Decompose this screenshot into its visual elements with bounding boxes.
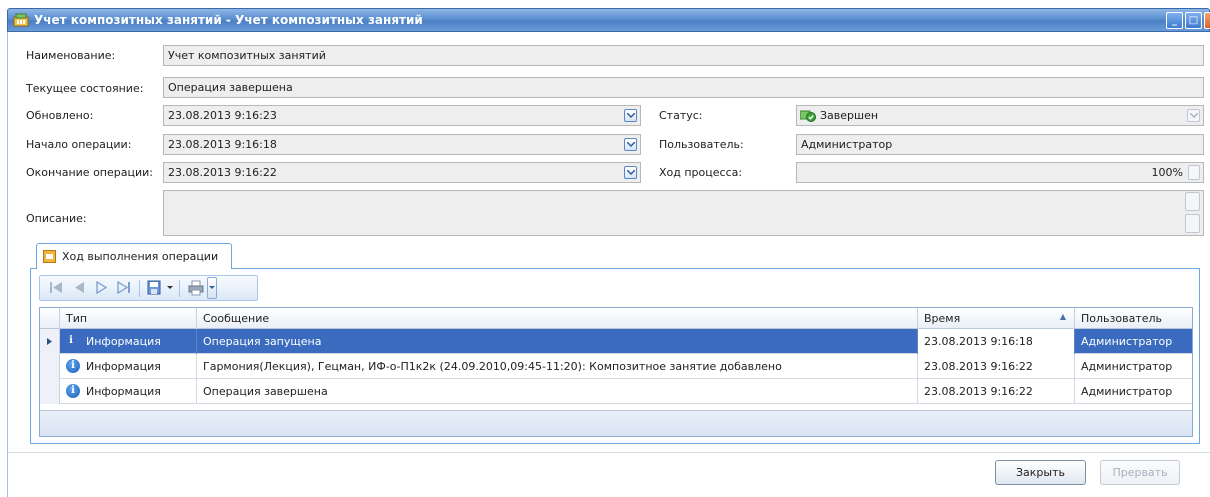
tab-panel: Тип Сообщение Время ▲ Пользователь i Инф… <box>30 268 1200 444</box>
cell-type: Информация <box>80 379 197 404</box>
row-indicator-header <box>40 308 60 329</box>
cell-message: Гармония(Лекция), Гецман, ИФ-о-П1к2к (24… <box>197 354 918 379</box>
chevron-down-icon <box>627 113 635 118</box>
progress-value: 100% <box>1151 166 1183 179</box>
user-label: Пользователь: <box>659 138 744 151</box>
row-indicator <box>40 354 60 379</box>
updated-dropdown-button[interactable] <box>624 109 637 122</box>
description-field[interactable] <box>163 190 1204 236</box>
info-icon: i <box>69 335 73 346</box>
grid-footer <box>40 410 1192 436</box>
table-row[interactable]: i Информация Гармония(Лекция), Гецман, И… <box>40 354 1192 379</box>
end-label: Окончание операции: <box>26 166 153 179</box>
description-scrollbar[interactable] <box>1185 192 1201 234</box>
name-label: Наименование: <box>26 49 116 62</box>
print-icon[interactable] <box>188 280 204 296</box>
state-field[interactable]: Операция завершена <box>163 77 1204 98</box>
start-label: Начало операции: <box>26 138 132 151</box>
maximize-icon: □ <box>1188 15 1199 26</box>
row-indicator <box>40 379 60 404</box>
cell-type: Информация <box>80 329 197 354</box>
description-label: Описание: <box>26 212 87 225</box>
chevron-down-icon <box>1190 113 1198 118</box>
cell-user: Администратор <box>1081 385 1173 398</box>
first-record-icon[interactable] <box>50 281 64 294</box>
updated-label: Обновлено: <box>26 109 94 122</box>
app-icon <box>13 13 29 27</box>
chevron-down-icon <box>627 170 635 175</box>
start-dropdown-button[interactable] <box>624 138 637 151</box>
start-field[interactable]: 23.08.2013 9:16:18 <box>163 134 641 155</box>
column-header-time-label: Время <box>924 312 961 325</box>
cell-type: Информация <box>80 354 197 379</box>
user-field[interactable]: Администратор <box>796 134 1204 155</box>
window-body: Наименование: Учет композитных занятий Т… <box>7 32 1210 497</box>
window-title: Учет композитных занятий - Учет композит… <box>34 13 423 27</box>
previous-record-icon[interactable] <box>74 281 85 294</box>
log-icon <box>43 250 56 263</box>
minimize-button[interactable]: _ <box>1166 12 1183 29</box>
minimize-icon: _ <box>1172 15 1177 26</box>
status-value: Завершен <box>820 109 879 122</box>
close-window-button[interactable] <box>1204 12 1210 29</box>
toolbar-separator <box>139 280 140 297</box>
table-row[interactable]: i Информация Операция завершена 23.08.20… <box>40 379 1192 404</box>
state-label: Текущее состояние: <box>26 82 144 95</box>
grid-toolbar <box>39 275 258 301</box>
cell-user: Администратор <box>1081 360 1173 373</box>
tab-label: Ход выполнения операции <box>62 250 219 263</box>
end-field[interactable]: 23.08.2013 9:16:22 <box>163 162 641 183</box>
toolbar-overflow-button[interactable] <box>207 277 217 299</box>
tab-operation-progress[interactable]: Ход выполнения операции <box>36 243 232 269</box>
progress-spinner[interactable] <box>1188 165 1200 180</box>
progress-field[interactable]: 100% <box>796 162 1204 183</box>
close-button[interactable]: Закрыть <box>995 460 1086 485</box>
last-record-icon[interactable] <box>117 281 131 294</box>
info-icon: i <box>66 384 80 398</box>
table-row[interactable]: i Информация Операция запущена 23.08.201… <box>40 329 1192 354</box>
chevron-down-icon <box>627 142 635 147</box>
grid-header: Тип Сообщение Время ▲ Пользователь <box>40 308 1192 329</box>
maximize-button[interactable]: □ <box>1185 12 1202 29</box>
save-dropdown-icon[interactable] <box>167 286 173 290</box>
status-dropdown-button[interactable] <box>1187 109 1200 122</box>
column-header-message[interactable]: Сообщение <box>197 308 918 329</box>
sort-ascending-icon: ▲ <box>1059 312 1066 321</box>
progress-label: Ход процесса: <box>659 166 743 179</box>
abort-button[interactable]: Прервать <box>1100 460 1180 485</box>
column-header-time[interactable]: Время ▲ <box>918 308 1075 329</box>
status-field[interactable]: Завершен <box>796 105 1204 126</box>
toolbar-separator <box>179 280 180 297</box>
save-icon[interactable] <box>147 280 163 296</box>
end-value: 23.08.2013 9:16:22 <box>168 166 277 179</box>
end-dropdown-button[interactable] <box>624 166 637 179</box>
status-complete-icon <box>800 110 816 122</box>
cell-message: Операция завершена <box>197 379 918 404</box>
cell-time: 23.08.2013 9:16:22 <box>918 354 1075 379</box>
start-value: 23.08.2013 9:16:18 <box>168 138 277 151</box>
info-icon: i <box>66 359 80 373</box>
scroll-up-button[interactable] <box>1185 192 1200 211</box>
chevron-down-icon <box>209 286 215 289</box>
next-record-icon[interactable] <box>96 281 107 294</box>
updated-field[interactable]: 23.08.2013 9:16:23 <box>163 105 641 126</box>
window-titlebar[interactable]: Учет композитных занятий - Учет композит… <box>7 8 1210 32</box>
updated-value: 23.08.2013 9:16:23 <box>168 109 277 122</box>
operation-log-grid: Тип Сообщение Время ▲ Пользователь i Инф… <box>39 307 1193 437</box>
cell-user: Администратор <box>1081 335 1173 348</box>
current-row-icon <box>47 338 52 345</box>
row-indicator <box>40 329 60 354</box>
name-field[interactable]: Учет композитных занятий <box>163 45 1204 66</box>
column-header-type[interactable]: Тип <box>60 308 197 329</box>
cell-time: 23.08.2013 9:16:22 <box>918 379 1075 404</box>
footer-divider <box>8 452 1210 453</box>
cell-time: 23.08.2013 9:16:18 <box>918 329 1075 354</box>
cell-message: Операция запущена <box>197 329 918 354</box>
column-header-user[interactable]: Пользователь <box>1075 308 1192 329</box>
status-label: Статус: <box>659 109 703 122</box>
scroll-down-button[interactable] <box>1185 214 1200 233</box>
